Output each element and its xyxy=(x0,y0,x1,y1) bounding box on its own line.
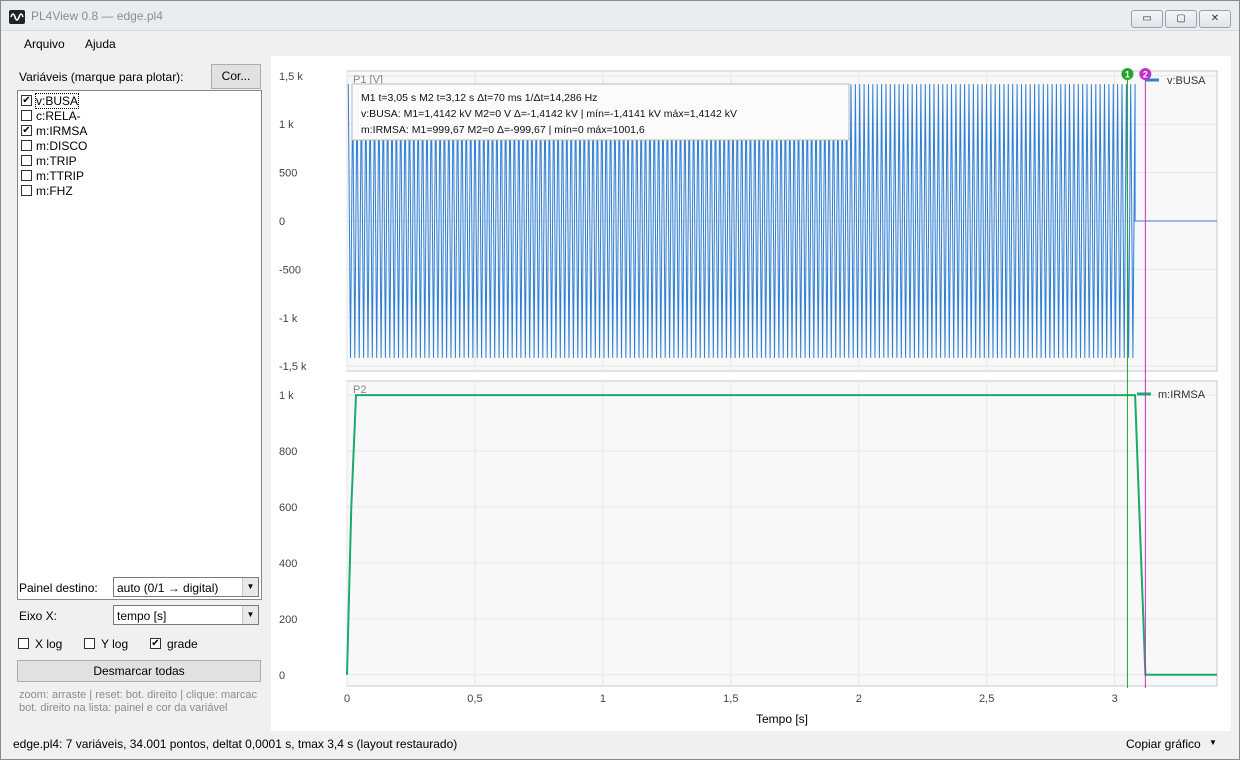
status-bar: edge.pl4: 7 variáveis, 34.001 pontos, de… xyxy=(1,733,1239,759)
variable-name: m:IRMSA xyxy=(36,124,88,138)
y-tick-label: -1 k xyxy=(279,313,298,325)
xlog-label: X log xyxy=(35,637,63,651)
x-tick-label: 1 xyxy=(600,693,606,705)
app-window: PL4View 0.8 — edge.pl4 ▭ ▢ ✕ Arquivo Aju… xyxy=(0,0,1240,760)
y-tick-label: 0 xyxy=(279,670,285,682)
menu-ajuda[interactable]: Ajuda xyxy=(85,37,116,51)
menu-bar: Arquivo Ajuda xyxy=(1,32,1239,54)
variable-name: m:DISCO xyxy=(36,139,88,153)
color-button[interactable]: Cor... xyxy=(211,64,261,89)
ylog-label: Y log xyxy=(101,637,129,651)
y-tick-label: 600 xyxy=(279,502,297,514)
plot-area[interactable]: 1,5 k1 k 500 0 -500 -1 k -1,5 k P1 [V] 1 k 800 60… xyxy=(271,56,1231,731)
y-tick-label: 500 xyxy=(279,168,297,180)
hint-list: bot. direito na lista: painel e cor da v… xyxy=(19,702,228,714)
variable-name: v:BUSA xyxy=(34,93,80,109)
variable-checkbox[interactable] xyxy=(21,170,32,181)
y-tick-label: 1,5 k xyxy=(279,71,303,83)
variable-checkbox[interactable] xyxy=(21,140,32,151)
y-tick-label: 200 xyxy=(279,614,297,626)
cursor-info-line: M1 t=3,05 s M2 t=3,12 s Δt=70 ms 1/Δt=14… xyxy=(361,92,597,104)
x-axis-label: Tempo [s] xyxy=(756,712,808,726)
xaxis-select-value: tempo [s] xyxy=(117,609,167,623)
cursor-info-line: v:BUSA: M1=1,4142 kV M2=0 V Δ=-1,4142 kV… xyxy=(361,108,737,120)
plot-canvas[interactable]: 1,5 k1 k5000-500-1 k-1,5 kP1 [V]1 k80060… xyxy=(271,56,1231,731)
waveform-icon xyxy=(9,10,25,24)
x-tick-label: 2 xyxy=(856,693,862,705)
minimize-button[interactable]: ▭ xyxy=(1131,10,1163,28)
variable-item[interactable]: m:TTRIP xyxy=(20,168,260,183)
variables-label: Variáveis (marque para plotar): xyxy=(19,70,184,84)
variable-item[interactable]: ✔ v:BUSA xyxy=(20,93,260,109)
ylog-checkbox[interactable] xyxy=(84,638,95,649)
y-tick-label: 400 xyxy=(279,558,297,570)
x-tick-label: 2,5 xyxy=(979,693,994,705)
chevron-down-icon: ▼ xyxy=(242,578,258,596)
xaxis-label: Eixo X: xyxy=(19,609,58,623)
x-tick-label: 1,5 xyxy=(723,693,738,705)
variable-checkbox[interactable]: ✔ xyxy=(21,125,32,136)
variable-name: m:TRIP xyxy=(36,154,77,168)
grid-checkbox[interactable]: ✔ xyxy=(150,638,161,649)
xaxis-select[interactable]: tempo [s] ▼ xyxy=(113,605,259,625)
sidebar: Variáveis (marque para plotar): Cor... ✔… xyxy=(13,61,267,721)
maximize-button[interactable]: ▢ xyxy=(1165,10,1197,28)
x-tick-label: 0,5 xyxy=(467,693,482,705)
y-tick-label: 1 k xyxy=(279,119,294,131)
hint-zoom: zoom: arraste | reset: bot. direito | cl… xyxy=(19,689,258,701)
marker-id: 1 xyxy=(1125,70,1130,80)
variable-checkbox[interactable] xyxy=(21,110,32,121)
x-tick-label: 3 xyxy=(1112,693,1118,705)
x-tick-label: 0 xyxy=(344,693,350,705)
panel-select-value: auto (0/1 → digital) xyxy=(117,581,219,595)
marker-id: 2 xyxy=(1143,70,1148,80)
y-tick-label: 800 xyxy=(279,446,297,458)
variable-item[interactable]: m:FHZ xyxy=(20,183,260,198)
panel-label: Painel destino: xyxy=(19,581,98,595)
variable-item[interactable]: c:RELA- xyxy=(20,108,260,123)
panel-select[interactable]: auto (0/1 → digital) ▼ xyxy=(113,577,259,597)
caret-down-icon[interactable]: ▼ xyxy=(1209,738,1217,747)
chevron-down-icon: ▼ xyxy=(242,606,258,624)
variable-checkbox[interactable] xyxy=(21,185,32,196)
y-tick-label: 1 k xyxy=(279,390,294,402)
variable-checkbox[interactable] xyxy=(21,155,32,166)
panel-frame xyxy=(346,380,1218,687)
legend-label: m:IRMSA xyxy=(1158,389,1206,401)
y-tick-label: -1,5 k xyxy=(279,361,307,373)
legend-label: v:BUSA xyxy=(1167,75,1206,87)
uncheck-all-button[interactable]: Desmarcar todas xyxy=(17,660,261,682)
window-title: PL4View 0.8 — edge.pl4 xyxy=(31,9,163,23)
variable-checkbox[interactable]: ✔ xyxy=(21,95,32,106)
xlog-checkbox[interactable] xyxy=(18,638,29,649)
y-tick-label: 0 xyxy=(279,216,285,228)
status-text: edge.pl4: 7 variáveis, 34.001 pontos, de… xyxy=(13,737,458,751)
title-bar: PL4View 0.8 — edge.pl4 ▭ ▢ ✕ xyxy=(1,1,1239,31)
close-button[interactable]: ✕ xyxy=(1199,10,1231,28)
menu-arquivo[interactable]: Arquivo xyxy=(24,37,65,51)
variable-item[interactable]: ✔ m:IRMSA xyxy=(20,123,260,138)
y-tick-label: -500 xyxy=(279,264,301,276)
variable-item[interactable]: m:DISCO xyxy=(20,138,260,153)
variable-list[interactable]: ✔ v:BUSA c:RELA- ✔ m:IRMSA m:DISCO m:TRIP m:TTR… xyxy=(17,90,262,600)
variable-name: m:FHZ xyxy=(36,184,73,198)
variable-item[interactable]: m:TRIP xyxy=(20,153,260,168)
grid-label: grade xyxy=(167,637,198,651)
copy-chart-button[interactable]: Copiar gráfico xyxy=(1126,737,1201,751)
variable-name: c:RELA- xyxy=(36,109,81,123)
cursor-info-line: m:IRMSA: M1=999,67 M2=0 Δ=-999,67 | mín=… xyxy=(361,124,645,136)
variable-name: m:TTRIP xyxy=(36,169,84,183)
